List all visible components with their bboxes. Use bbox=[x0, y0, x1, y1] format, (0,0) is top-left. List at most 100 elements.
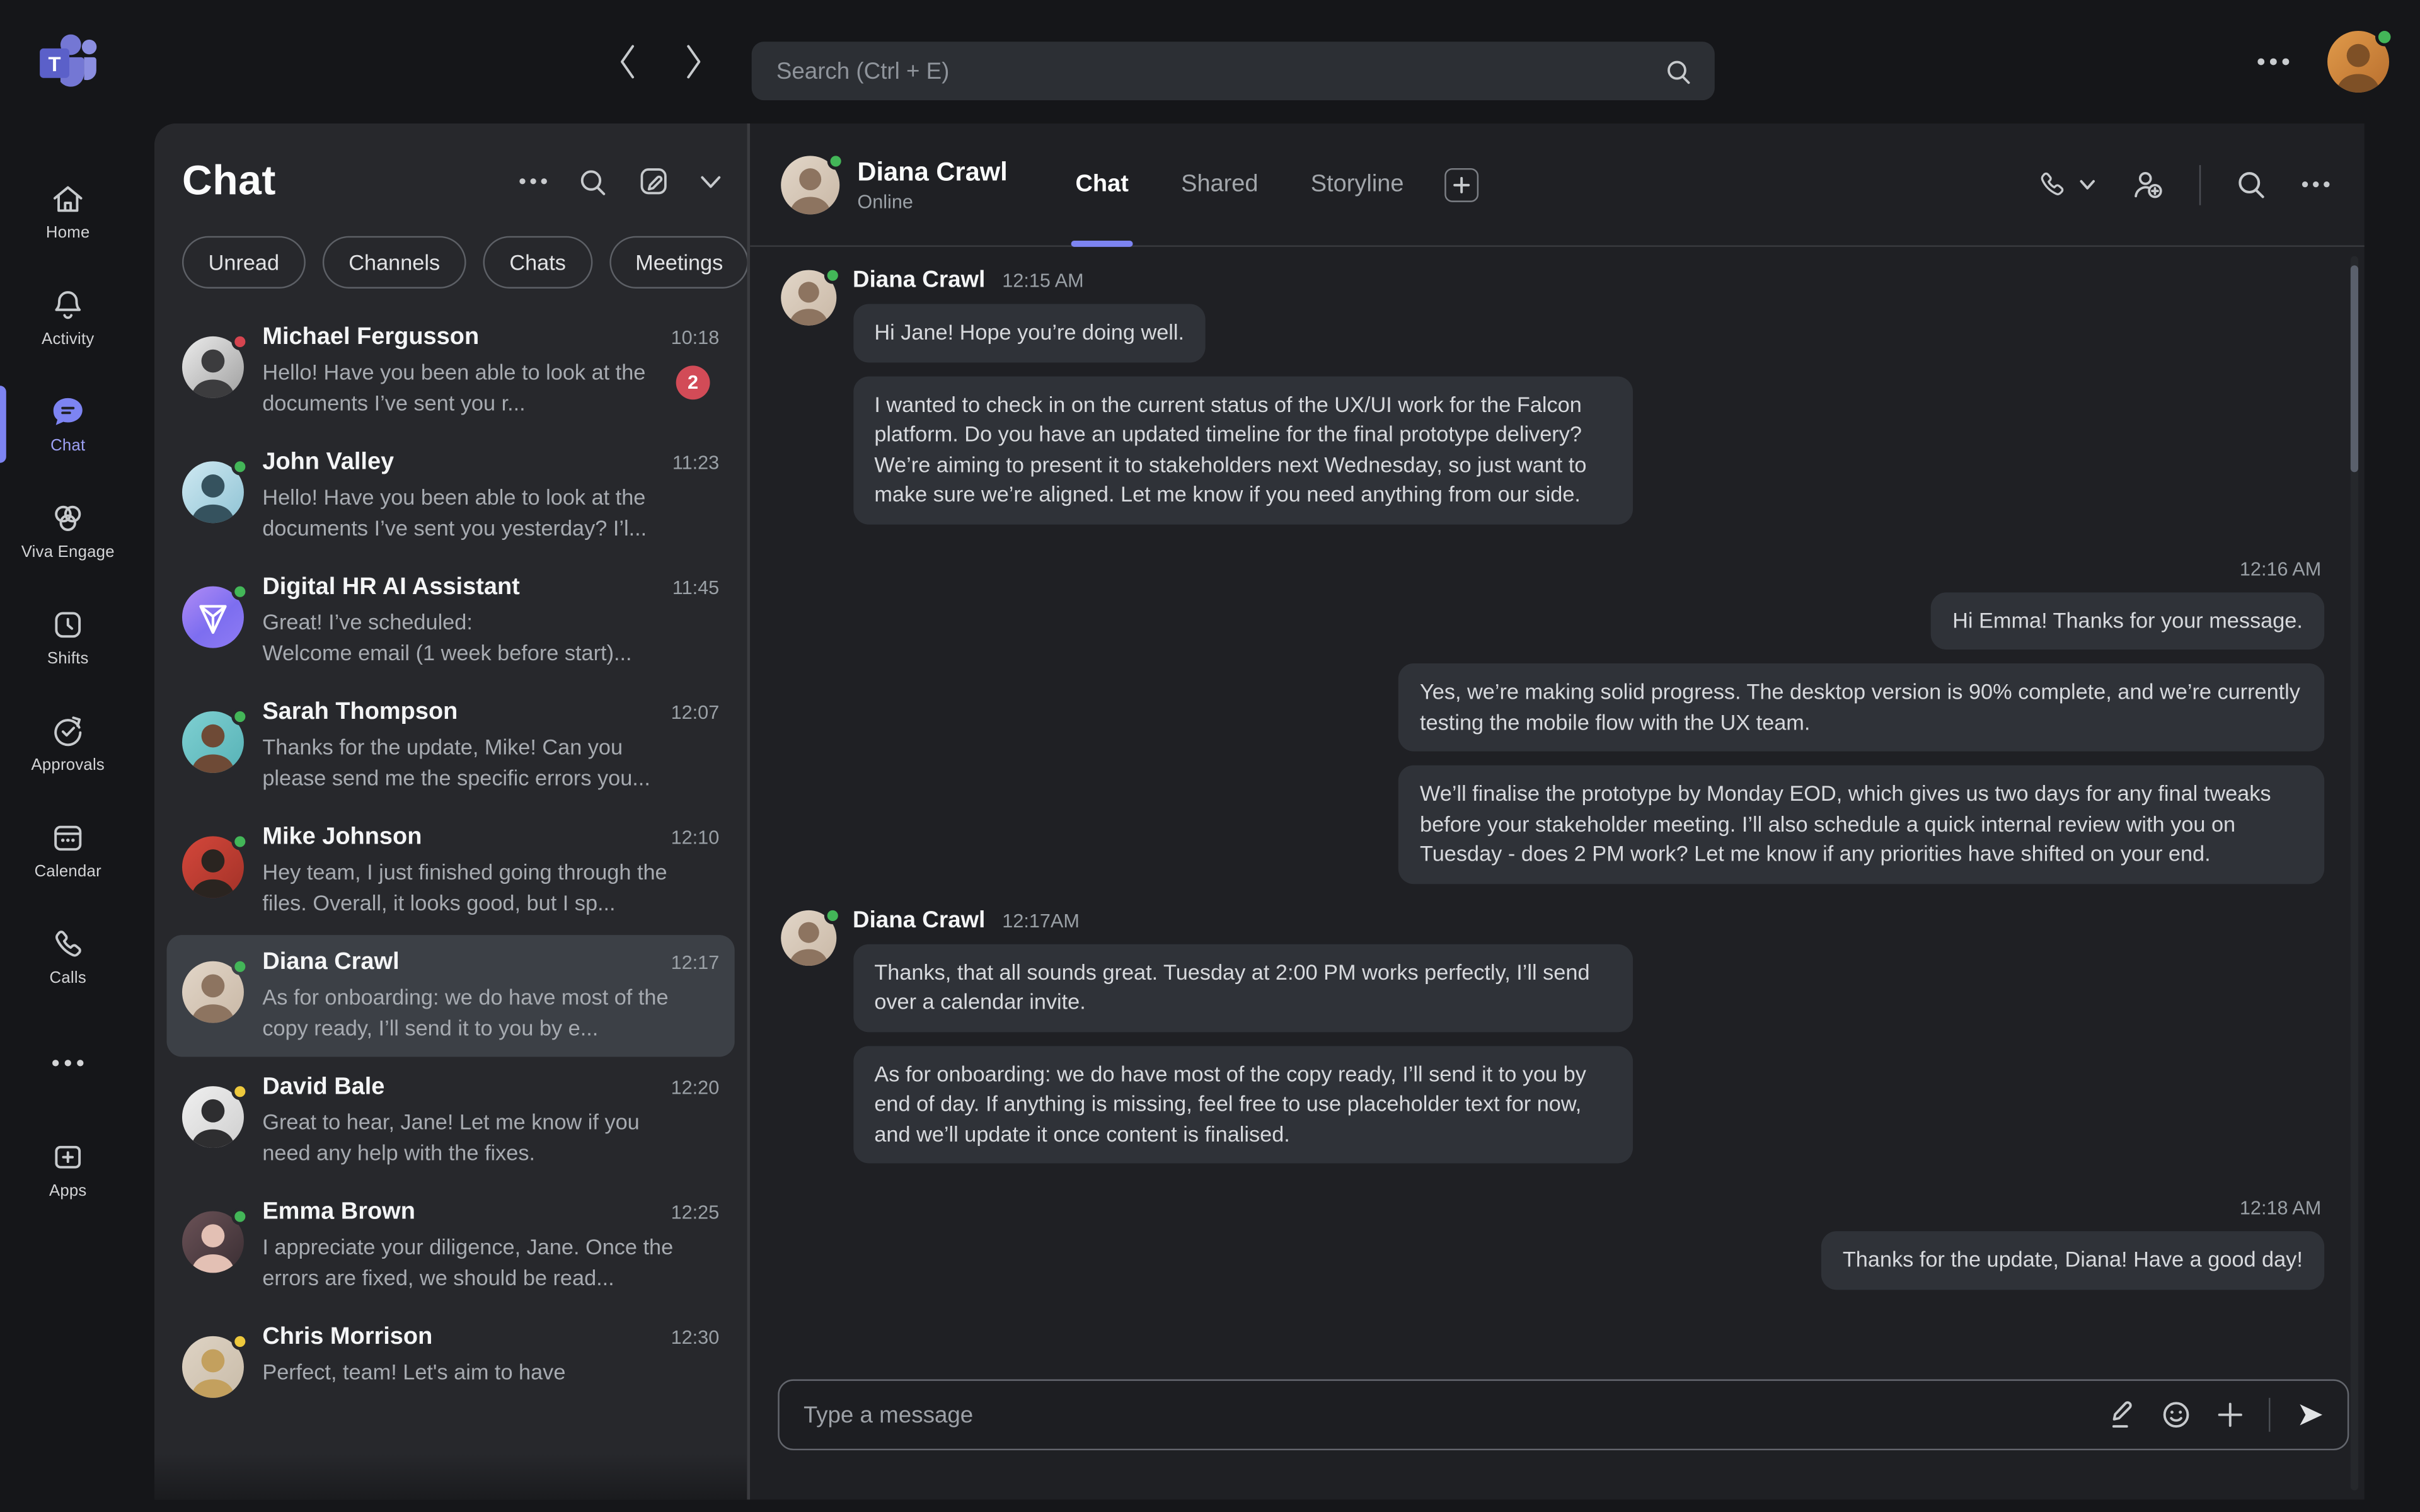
conversation-list-item[interactable]: David Bale12:20Great to hear, Jane! Let … bbox=[166, 1060, 734, 1181]
message-bubble[interactable]: Hi Emma! Thanks for your message. bbox=[1931, 592, 2324, 650]
message-input[interactable] bbox=[804, 1402, 2108, 1428]
back-icon[interactable] bbox=[614, 42, 642, 82]
outgoing-message-group: 12:18 AM Thanks for the update, Diana! Ha… bbox=[780, 1186, 2324, 1303]
filter-meetings[interactable]: Meetings bbox=[609, 236, 747, 289]
emoji-icon[interactable] bbox=[2160, 1399, 2191, 1430]
filter-channels[interactable]: Channels bbox=[323, 236, 466, 289]
message-bubble[interactable]: I wanted to check in on the current stat… bbox=[853, 375, 1632, 524]
conversation-name: Sarah Thompson bbox=[262, 699, 458, 726]
message-time: 12:18 AM bbox=[2240, 1197, 2321, 1218]
top-bar: T bbox=[0, 0, 2420, 123]
message-sender: Diana Crawl bbox=[853, 267, 985, 294]
conversation-list-item[interactable]: Michael Fergusson10:18Hello! Have you be… bbox=[166, 310, 734, 432]
phone-icon bbox=[49, 925, 86, 963]
sidebar-item-home[interactable]: Home bbox=[0, 166, 136, 256]
avatar bbox=[182, 1211, 244, 1273]
search-icon[interactable] bbox=[1664, 56, 1693, 86]
conversation-time: 12:17 bbox=[659, 952, 719, 973]
conversation-time: 12:10 bbox=[659, 827, 719, 849]
message-bubble[interactable]: Hi Jane! Hope you’re doing well. bbox=[853, 304, 1206, 362]
conversation-preview: Thanks for the update, Mike! Can you ple… bbox=[262, 731, 719, 793]
presence-indicator bbox=[231, 458, 248, 475]
chat-search-icon[interactable] bbox=[577, 166, 608, 197]
message-bubble[interactable]: Thanks, that all sounds great. Tuesday a… bbox=[853, 944, 1632, 1032]
conversation-list-item[interactable]: Chris Morrison12:30Perfect, team! Let's … bbox=[166, 1310, 734, 1412]
send-icon[interactable] bbox=[2295, 1399, 2326, 1430]
sidebar-item-shifts[interactable]: Shifts bbox=[0, 592, 136, 682]
message-bubble[interactable]: We’ll finalise the prototype by Monday E… bbox=[1398, 765, 2324, 883]
header-divider bbox=[2199, 164, 2201, 205]
avatar bbox=[182, 961, 244, 1023]
add-people-icon[interactable] bbox=[2129, 168, 2164, 200]
teams-window: T bbox=[0, 0, 2420, 1512]
rail-more-apps[interactable] bbox=[0, 1018, 136, 1108]
forward-icon[interactable] bbox=[679, 42, 707, 82]
conversation-name: Michael Fergusson bbox=[262, 324, 479, 352]
message-composer[interactable] bbox=[777, 1379, 2349, 1450]
sidebar-item-apps[interactable]: Apps bbox=[0, 1125, 136, 1214]
sidebar-item-activity[interactable]: Activity bbox=[0, 273, 136, 362]
sidebar-item-chat[interactable]: Chat bbox=[0, 379, 136, 469]
user-avatar[interactable] bbox=[2327, 31, 2389, 93]
conversation-list-item[interactable]: Digital HR AI Assistant11:45Great! I’ve … bbox=[166, 560, 734, 682]
conversation-time: 12:20 bbox=[659, 1077, 719, 1098]
call-button[interactable] bbox=[2035, 168, 2095, 200]
sidebar-item-calls[interactable]: Calls bbox=[0, 912, 136, 1001]
new-chat-icon[interactable] bbox=[637, 165, 669, 197]
presence-indicator bbox=[231, 333, 248, 350]
chat-list-pane: Chat Unread bbox=[154, 123, 747, 1499]
message-bubble[interactable]: Yes, we’re making solid progress. The de… bbox=[1398, 663, 2324, 752]
conversation-preview: I appreciate your diligence, Jane. Once … bbox=[262, 1231, 719, 1293]
message-bubble[interactable]: As for onboarding: we do have most of th… bbox=[853, 1045, 1632, 1163]
conversation-list-item[interactable]: Sarah Thompson12:07Thanks for the update… bbox=[166, 685, 734, 806]
global-search[interactable] bbox=[752, 42, 1715, 100]
message-time: 12:15 AM bbox=[1002, 270, 1083, 292]
conversation-name: Mike Johnson bbox=[262, 824, 422, 852]
conversation-more-icon[interactable] bbox=[2301, 181, 2331, 188]
peer-avatar[interactable] bbox=[780, 155, 839, 214]
filter-unread[interactable]: Unread bbox=[182, 236, 306, 289]
presence-indicator bbox=[824, 907, 841, 924]
viva-engage-icon bbox=[48, 500, 88, 537]
more-options-icon[interactable] bbox=[2256, 57, 2290, 67]
app-rail: Home Activity Chat Viva Engage Shifts Ap… bbox=[0, 123, 136, 1512]
format-icon[interactable] bbox=[2108, 1399, 2136, 1430]
attach-plus-icon[interactable] bbox=[2216, 1401, 2244, 1429]
shifts-icon bbox=[49, 606, 86, 643]
topbar-actions bbox=[2256, 0, 2389, 123]
conversation-list-item[interactable]: Emma Brown12:25I appreciate your diligen… bbox=[166, 1185, 734, 1307]
avatar bbox=[182, 836, 244, 898]
add-tab-button[interactable] bbox=[1444, 168, 1478, 202]
chevron-down-icon[interactable] bbox=[699, 174, 722, 189]
peer-name: Diana Crawl bbox=[857, 157, 1007, 188]
conversation-name: Diana Crawl bbox=[262, 949, 399, 976]
conversation-preview: Hello! Have you been able to look at the… bbox=[262, 481, 719, 543]
filter-chats[interactable]: Chats bbox=[483, 236, 592, 289]
search-input[interactable] bbox=[776, 58, 1664, 84]
conversation-list-item[interactable]: John Valley11:23Hello! Have you been abl… bbox=[166, 435, 734, 557]
avatar bbox=[182, 711, 244, 773]
conversation-pane: Diana Crawl Online Chat Shared Storyline bbox=[749, 123, 2365, 1499]
sidebar-item-viva-engage[interactable]: Viva Engage bbox=[0, 486, 136, 575]
conversation-name: John Valley bbox=[262, 449, 394, 477]
message-bubble[interactable]: Thanks for the update, Diana! Have a goo… bbox=[1821, 1231, 2325, 1289]
presence-indicator bbox=[231, 833, 248, 850]
page-title: Chat bbox=[182, 158, 276, 205]
conversation-list-item[interactable]: Mike Johnson12:10Hey team, I just finish… bbox=[166, 810, 734, 932]
conversation-list-item[interactable]: Diana Crawl12:17As for onboarding: we do… bbox=[166, 935, 734, 1057]
tab-shared[interactable]: Shared bbox=[1181, 123, 1258, 246]
scrollbar-thumb[interactable] bbox=[2351, 265, 2358, 472]
tab-storyline[interactable]: Storyline bbox=[1311, 123, 1404, 246]
presence-indicator bbox=[231, 958, 248, 975]
conversation-header: Diana Crawl Online Chat Shared Storyline bbox=[749, 123, 2365, 247]
sidebar-item-calendar[interactable]: Calendar bbox=[0, 805, 136, 895]
conversation-search-icon[interactable] bbox=[2235, 168, 2267, 200]
tab-chat[interactable]: Chat bbox=[1075, 123, 1128, 246]
chat-more-options-icon[interactable] bbox=[519, 178, 548, 185]
conversation-list: Michael Fergusson10:18Hello! Have you be… bbox=[154, 310, 747, 1412]
sidebar-item-approvals[interactable]: Approvals bbox=[0, 699, 136, 788]
phone-icon bbox=[2035, 168, 2067, 200]
message-area: Diana Crawl 12:15 AM Hi Jane! Hope you’re … bbox=[749, 248, 2365, 1345]
history-nav bbox=[614, 0, 707, 123]
bell-icon bbox=[49, 287, 86, 324]
